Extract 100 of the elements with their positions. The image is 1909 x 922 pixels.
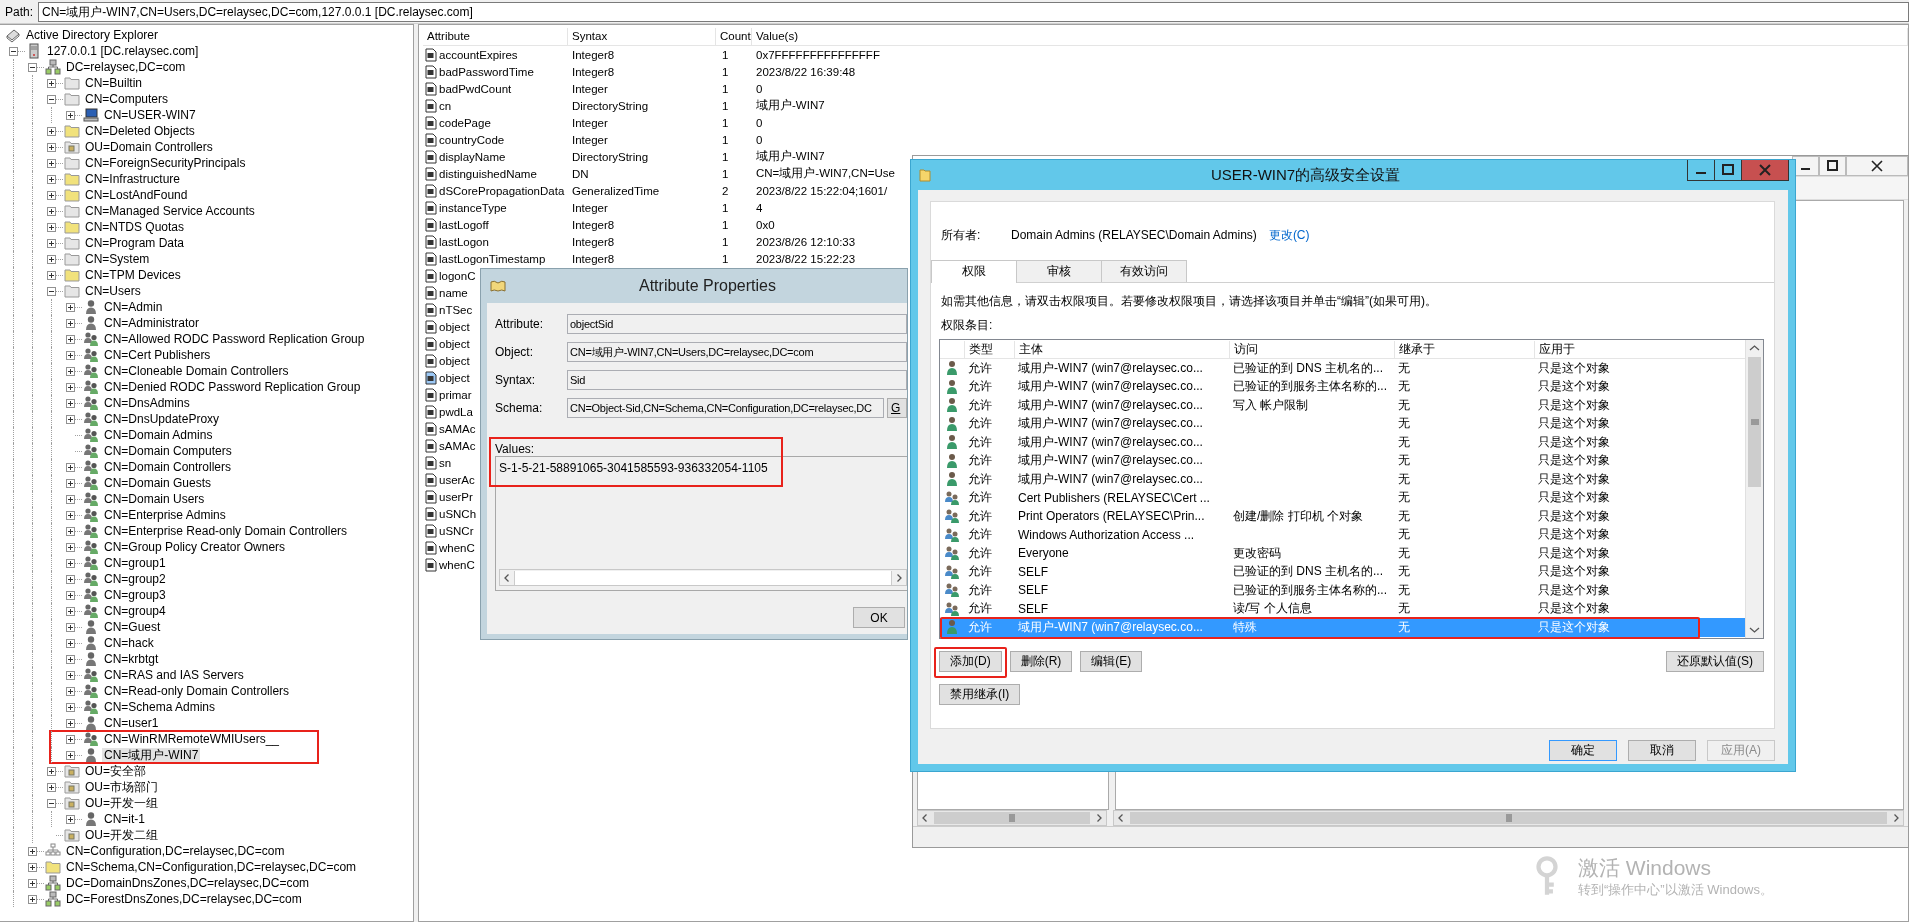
disable-inheritance-button[interactable]: 禁用继承(I) xyxy=(939,684,1021,705)
expand-toggle[interactable] xyxy=(47,142,56,152)
permission-row[interactable]: 允许 域用户-WIN7 (win7@relaysec.co... 写入 帐户限制 无 只是这个对象 xyxy=(940,396,1745,415)
grip-icon[interactable] xyxy=(1505,814,1512,822)
expand-toggle[interactable] xyxy=(47,78,56,88)
tab[interactable]: 审核 xyxy=(1016,260,1102,282)
expand-toggle[interactable] xyxy=(47,286,56,296)
expand-toggle[interactable] xyxy=(66,526,75,536)
tree-item[interactable]: CN=Administrator xyxy=(102,315,202,331)
expand-toggle[interactable] xyxy=(47,222,56,232)
expand-toggle[interactable] xyxy=(28,62,37,72)
column-header[interactable]: 主体 xyxy=(1014,340,1229,358)
tree-item[interactable]: DC=ForestDnsZones,DC=relaysec,DC=com xyxy=(64,891,304,907)
expand-toggle[interactable] xyxy=(47,238,56,248)
expand-toggle[interactable] xyxy=(66,734,75,744)
tree-item[interactable]: CN=group1 xyxy=(102,555,168,571)
expand-toggle[interactable] xyxy=(66,382,75,392)
column-header[interactable]: 访问 xyxy=(1229,340,1394,358)
permission-row[interactable]: 允许 SELF 读/写 个人信息 无 只是这个对象 xyxy=(940,599,1745,618)
tree-item[interactable]: OU=开发一组 xyxy=(83,795,160,811)
expand-toggle[interactable] xyxy=(9,46,18,56)
value-field[interactable]: CN=Object-Sid,CN=Schema,CN=Configuration,DC=relaysec,DC xyxy=(567,398,884,418)
tree-item[interactable]: CN=Builtin xyxy=(83,75,145,91)
tree-item[interactable]: CN=Schema Admins xyxy=(102,699,218,715)
value-field[interactable]: CN=域用户-WIN7,CN=Users,DC=relaysec,DC=com xyxy=(567,342,907,362)
tree-item[interactable]: OU=市场部门 xyxy=(83,779,160,795)
tree-item[interactable]: CN=System xyxy=(83,251,152,267)
tree-item[interactable]: CN=Program Data xyxy=(83,235,187,251)
expand-toggle[interactable] xyxy=(47,254,56,264)
maximize-button[interactable] xyxy=(1714,160,1741,181)
value-field[interactable]: objectSid xyxy=(567,314,907,334)
tree-item[interactable]: CN=Domain Admins xyxy=(102,427,215,443)
permission-row[interactable]: 允许 域用户-WIN7 (win7@relaysec.co... 无 只是这个对象 xyxy=(940,451,1745,470)
permission-row[interactable]: 允许 Everyone 更改密码 无 只是这个对象 xyxy=(940,544,1745,563)
restore-defaults-button[interactable]: 还原默认值(S) xyxy=(1666,651,1764,672)
tree-item[interactable]: DC=relaysec,DC=com xyxy=(64,59,188,75)
tree-item[interactable]: CN=WinRMRemoteWMIUsers__ xyxy=(102,731,282,747)
expand-toggle[interactable] xyxy=(66,702,75,712)
tree-item[interactable]: CN=Cloneable Domain Controllers xyxy=(102,363,291,379)
tree-item[interactable]: CN=LostAndFound xyxy=(83,187,190,203)
tree-item[interactable]: CN=Domain Guests xyxy=(102,475,214,491)
expand-toggle[interactable] xyxy=(66,590,75,600)
tree-item[interactable]: CN=域用户-WIN7 xyxy=(102,747,201,763)
tree-item[interactable]: OU=开发二组 xyxy=(83,827,160,843)
ok-button[interactable]: OK xyxy=(853,607,905,628)
close-button[interactable] xyxy=(1846,156,1908,176)
tree-item[interactable]: CN=hack xyxy=(102,635,156,651)
go-button[interactable]: G xyxy=(887,398,907,418)
tree-item[interactable]: CN=Admin xyxy=(102,299,165,315)
change-link[interactable]: 更改(C) xyxy=(1268,226,1310,244)
expand-toggle[interactable] xyxy=(66,622,75,632)
tree-item[interactable]: CN=Group Policy Creator Owners xyxy=(102,539,288,555)
value-field[interactable]: Sid xyxy=(567,370,907,390)
tree-item[interactable]: CN=it-1 xyxy=(102,811,147,827)
tree-item[interactable]: CN=Deleted Objects xyxy=(83,123,197,139)
values-list[interactable]: S-1-5-21-58891065-3041585593-936332054-1105 xyxy=(495,456,907,591)
expand-toggle[interactable] xyxy=(66,686,75,696)
vertical-scrollbar[interactable] xyxy=(1745,340,1763,638)
expand-toggle[interactable] xyxy=(28,846,37,856)
tree-item[interactable]: CN=Domain Controllers xyxy=(102,459,234,475)
tree-item[interactable]: DC=DomainDnsZones,DC=relaysec,DC=com xyxy=(64,875,312,891)
expand-toggle[interactable] xyxy=(47,270,56,280)
expand-toggle[interactable] xyxy=(66,606,75,616)
column-header[interactable]: 继承于 xyxy=(1394,340,1534,358)
action-button[interactable]: 删除(R) xyxy=(1009,651,1073,672)
expand-toggle[interactable] xyxy=(66,334,75,344)
tree-item[interactable]: CN=Configuration,DC=relaysec,DC=com xyxy=(64,843,287,859)
expand-toggle[interactable] xyxy=(47,782,56,792)
tree-item[interactable]: CN=ForeignSecurityPrincipals xyxy=(83,155,248,171)
horizontal-scrollbar[interactable] xyxy=(1113,810,1904,826)
expand-toggle[interactable] xyxy=(66,750,75,760)
grip-icon[interactable] xyxy=(1750,419,1759,425)
expand-toggle[interactable] xyxy=(47,206,56,216)
permission-row[interactable]: 允许 域用户-WIN7 (win7@relaysec.co... 已验证的到 DNS 主机名的... 无 只是这个对象 xyxy=(940,359,1745,378)
tree-item[interactable]: CN=Cert Publishers xyxy=(102,347,213,363)
tree-item[interactable]: CN=Enterprise Admins xyxy=(102,507,228,523)
tree-item[interactable]: OU=安全部 xyxy=(83,763,148,779)
expand-toggle[interactable] xyxy=(47,798,56,808)
expand-toggle[interactable] xyxy=(66,318,75,328)
expand-toggle[interactable] xyxy=(66,414,75,424)
minimize-button[interactable] xyxy=(1687,160,1714,181)
permission-row[interactable]: 允许 域用户-WIN7 (win7@relaysec.co... 无 只是这个对象 xyxy=(940,414,1745,433)
permission-row[interactable]: 允许 SELF 已验证的到服务主体名称的... 无 只是这个对象 xyxy=(940,581,1745,600)
tree-item[interactable]: OU=Domain Controllers xyxy=(83,139,215,155)
column-header[interactable]: 类型 xyxy=(964,340,1014,358)
tree-item[interactable]: 127.0.0.1 [DC.relaysec.com] xyxy=(45,43,201,59)
expand-toggle[interactable] xyxy=(66,718,75,728)
expand-toggle[interactable] xyxy=(66,638,75,648)
permission-row[interactable]: 允许 Print Operators (RELAYSEC\Prin... 创建/删除 打印机 个对象 无 只是这个对象 xyxy=(940,507,1745,526)
expand-toggle[interactable] xyxy=(66,462,75,472)
tree-item[interactable]: CN=TPM Devices xyxy=(83,267,183,283)
expand-toggle[interactable] xyxy=(66,302,75,312)
horizontal-scrollbar[interactable] xyxy=(917,810,1107,826)
tree-item[interactable]: CN=group2 xyxy=(102,571,168,587)
expand-toggle[interactable] xyxy=(66,558,75,568)
expand-toggle[interactable] xyxy=(47,766,56,776)
tree-item[interactable]: Active Directory Explorer xyxy=(24,27,161,43)
permission-row[interactable]: 允许 域用户-WIN7 (win7@relaysec.co... 无 只是这个对象 xyxy=(940,470,1745,489)
dialog-button[interactable]: 确定 xyxy=(1549,740,1617,761)
column-header[interactable]: Attribute xyxy=(423,27,568,45)
